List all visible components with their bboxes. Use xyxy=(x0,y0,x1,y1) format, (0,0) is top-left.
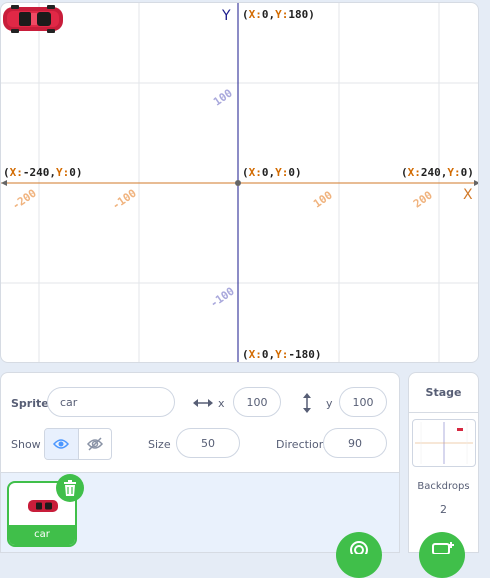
sprite-info: Sprite car x 100 y 100 Show Size 50 Dire… xyxy=(1,373,399,473)
car-thumbnail-icon xyxy=(28,500,58,512)
backdrops-count: 2 xyxy=(440,503,447,516)
coord-left: (X:-240,Y:0) xyxy=(3,166,83,179)
y-label: y xyxy=(326,397,333,410)
x-axis-letter: X xyxy=(463,187,473,203)
sprite-panel: Sprite car x 100 y 100 Show Size 50 Dire… xyxy=(0,372,400,553)
sprite-label: Sprite xyxy=(11,397,49,410)
coord-val: 180 xyxy=(288,8,309,21)
coord-val: 0 xyxy=(261,8,269,21)
backdrops-label: Backdrops xyxy=(417,481,470,492)
stage-title: Stage xyxy=(409,373,478,413)
coord-key: Y: xyxy=(275,348,289,361)
stage[interactable]: Y X (X:0,Y:180) (X:0,Y:-180) (X:-240,Y:0… xyxy=(0,2,479,363)
coord-val: -180 xyxy=(288,348,315,361)
hide-button[interactable] xyxy=(79,429,112,459)
x-axis-arrow xyxy=(474,180,478,186)
stage-grid xyxy=(1,3,478,362)
coord-key: Y: xyxy=(275,8,289,21)
y-value: 100 xyxy=(352,395,374,409)
coord-val: 0 xyxy=(261,166,269,179)
coord-key: X: xyxy=(407,166,421,179)
coord-key: Y: xyxy=(56,166,70,179)
x-value: 100 xyxy=(246,395,268,409)
cat-add-icon xyxy=(350,541,368,554)
coord-val: 0 xyxy=(69,166,76,179)
car-sprite[interactable] xyxy=(1,3,65,35)
coord-center: (X:0,Y:0) xyxy=(242,166,302,179)
y-input[interactable]: 100 xyxy=(339,387,387,417)
direction-label: Direction xyxy=(276,438,326,451)
coord-right: (X:240,Y:0) xyxy=(401,166,474,179)
x-axis-arrow-left xyxy=(1,180,7,186)
show-label: Show xyxy=(11,438,41,451)
show-button[interactable] xyxy=(45,429,79,459)
trash-icon xyxy=(64,480,76,496)
stage-panel[interactable]: Stage Backdrops 2 xyxy=(408,372,479,553)
choose-backdrop-button[interactable] xyxy=(419,532,465,578)
eye-icon xyxy=(53,439,70,449)
coord-val: 0 xyxy=(261,348,269,361)
coord-bottom: (X:0,Y:-180) xyxy=(242,348,322,361)
direction-value: 90 xyxy=(348,436,362,450)
coord-top: (X:0,Y:180) xyxy=(242,8,315,21)
coord-key: X: xyxy=(248,348,262,361)
size-label: Size xyxy=(148,438,171,451)
coord-key: X: xyxy=(248,8,262,21)
y-axis-letter: Y xyxy=(222,8,231,24)
x-input[interactable]: 100 xyxy=(233,387,281,417)
eye-slash-icon xyxy=(86,437,103,451)
coord-val: 0 xyxy=(460,166,468,179)
coord-val: -240 xyxy=(22,166,50,179)
sprite-name-value: car xyxy=(60,395,78,409)
coord-key: X: xyxy=(248,166,262,179)
horizontal-arrows-icon xyxy=(193,399,213,407)
origin-dot xyxy=(235,180,241,186)
coord-key: Y: xyxy=(447,166,461,179)
coord-val: 240 xyxy=(420,166,441,179)
sprite-tile-name: car xyxy=(9,525,75,545)
size-value: 50 xyxy=(201,436,215,450)
choose-sprite-button[interactable] xyxy=(336,532,382,578)
stage-thumbnail[interactable] xyxy=(412,419,476,467)
coord-key: X: xyxy=(9,166,23,179)
backdrop-add-icon xyxy=(432,542,454,554)
coord-key: Y: xyxy=(275,166,289,179)
direction-input[interactable]: 90 xyxy=(323,428,387,458)
sprite-name-input[interactable]: car xyxy=(47,387,175,417)
show-toggle xyxy=(44,428,112,460)
vertical-arrows-icon xyxy=(303,393,311,413)
x-label: x xyxy=(218,397,225,410)
coord-val: 0 xyxy=(288,166,295,179)
stage-thumbnail-grid xyxy=(415,422,473,464)
delete-sprite-button[interactable] xyxy=(56,474,84,502)
size-input[interactable]: 50 xyxy=(176,428,240,458)
